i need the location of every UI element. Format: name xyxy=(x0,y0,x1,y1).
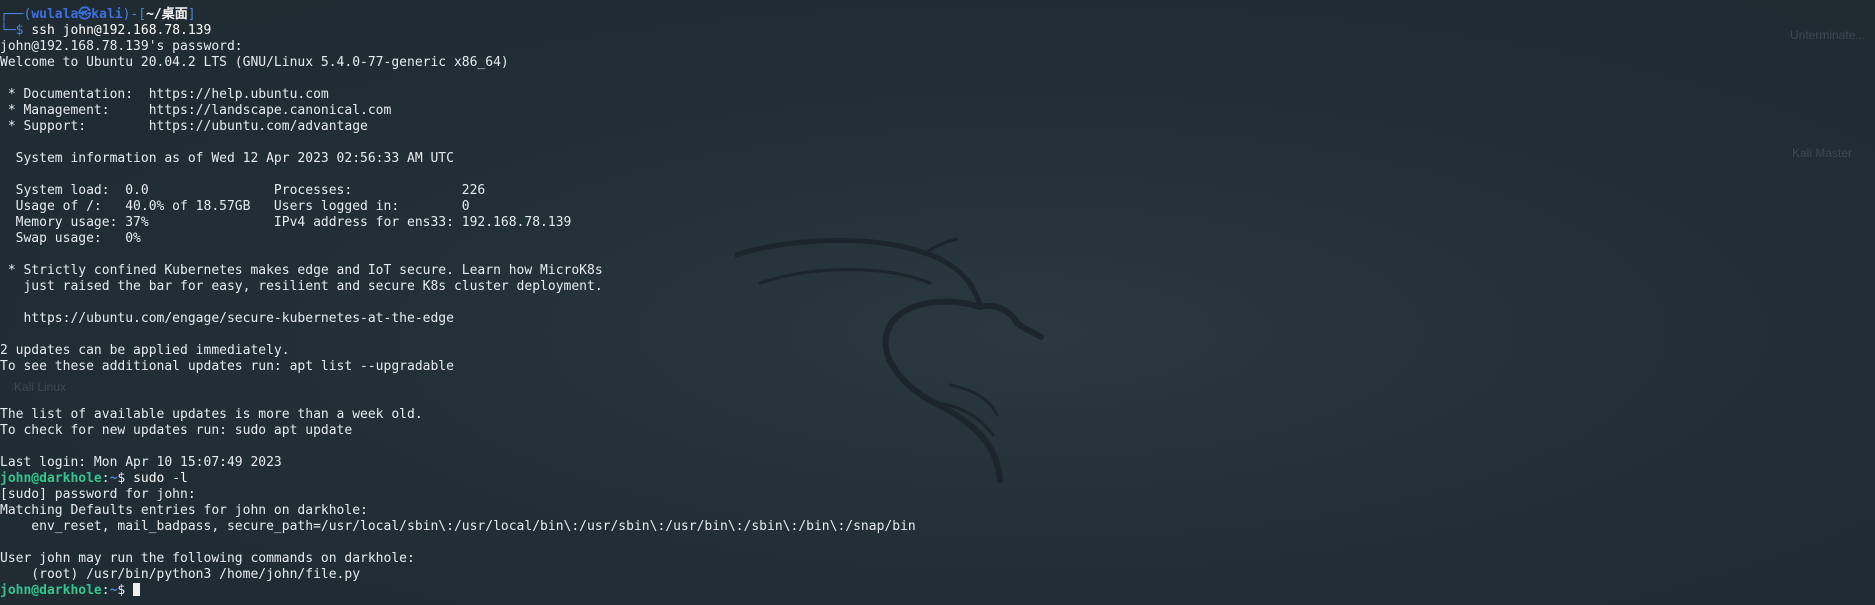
prompt-header-line: ┌──(wulala㉿kali)-[~/桌面] xyxy=(0,7,916,23)
prompt-user: wulala xyxy=(31,7,79,22)
prompt-frame: ] xyxy=(187,7,196,22)
output-line: (root) /usr/bin/python3 /home/john/file.… xyxy=(0,567,361,582)
output-line: * Strictly confined Kubernetes makes edg… xyxy=(0,263,603,278)
output-line: Welcome to Ubuntu 20.04.2 LTS (GNU/Linux… xyxy=(0,55,509,70)
active-prompt-line[interactable]: john@darkhole:~$ xyxy=(0,583,916,599)
prompt-user-host: john@darkhole xyxy=(0,471,102,486)
text-cursor[interactable] xyxy=(133,583,141,596)
output-line: [sudo] password for john: xyxy=(0,487,204,502)
output-line: * Documentation: https://help.ubuntu.com xyxy=(0,87,329,102)
desktop-ghost-label: Unterminate... xyxy=(1790,28,1866,42)
prompt-frame: └─$ xyxy=(0,23,32,38)
output-line: Last login: Mon Apr 10 15:07:49 2023 xyxy=(0,455,282,470)
output-line: https://ubuntu.com/engage/secure-kuberne… xyxy=(0,311,454,326)
output-line: Memory usage: 37% IPv4 address for ens33… xyxy=(0,215,572,230)
output-line: * Support: https://ubuntu.com/advantage xyxy=(0,119,368,134)
output-line: Matching Defaults entries for john on da… xyxy=(0,503,368,518)
desktop-ghost-label: Kali Master xyxy=(1792,146,1853,160)
output-line: To check for new updates run: sudo apt u… xyxy=(0,423,353,438)
output-line: The list of available updates is more th… xyxy=(0,407,423,422)
command-text: sudo -l xyxy=(133,471,188,486)
output-line: To see these additional updates run: apt… xyxy=(0,359,454,374)
prompt-symbol: $ xyxy=(117,583,134,598)
output-line: john@192.168.78.139's password: xyxy=(0,39,251,54)
output-line: User john may run the following commands… xyxy=(0,551,415,566)
output-line: System load: 0.0 Processes: 226 xyxy=(0,183,486,198)
terminal-output[interactable]: ┌──(wulala㉿kali)-[~/桌面] └─$ ssh john@192… xyxy=(0,7,916,599)
prompt-separator: : xyxy=(101,583,110,598)
command-line: └─$ ssh john@192.168.78.139 xyxy=(0,23,916,39)
output-line: just raised the bar for easy, resilient … xyxy=(0,279,603,294)
output-line: Usage of /: 40.0% of 18.57GB Users logge… xyxy=(0,199,470,214)
terminal-window[interactable]: Kali Linux Unterminate... Kali Master ┌─… xyxy=(0,0,1875,605)
output-line: 2 updates can be applied immediately. xyxy=(0,343,290,358)
output-line: env_reset, mail_badpass, secure_path=/us… xyxy=(0,519,916,534)
prompt-line: john@darkhole:~$ sudo -l xyxy=(0,471,916,487)
prompt-path: ~/桌面 xyxy=(146,7,188,22)
prompt-separator: : xyxy=(101,471,110,486)
prompt-symbol: $ xyxy=(117,471,134,486)
prompt-at: ㉿ xyxy=(78,7,92,22)
output-line: System information as of Wed 12 Apr 2023… xyxy=(0,151,454,166)
command-text: ssh john@192.168.78.139 xyxy=(31,23,212,38)
prompt-frame: )-[ xyxy=(122,7,147,22)
output-line: Swap usage: 0% xyxy=(0,231,141,246)
prompt-host: kali xyxy=(91,7,123,22)
prompt-frame: ┌──( xyxy=(0,7,32,22)
output-line: * Management: https://landscape.canonica… xyxy=(0,103,392,118)
prompt-user-host: john@darkhole xyxy=(0,583,102,598)
